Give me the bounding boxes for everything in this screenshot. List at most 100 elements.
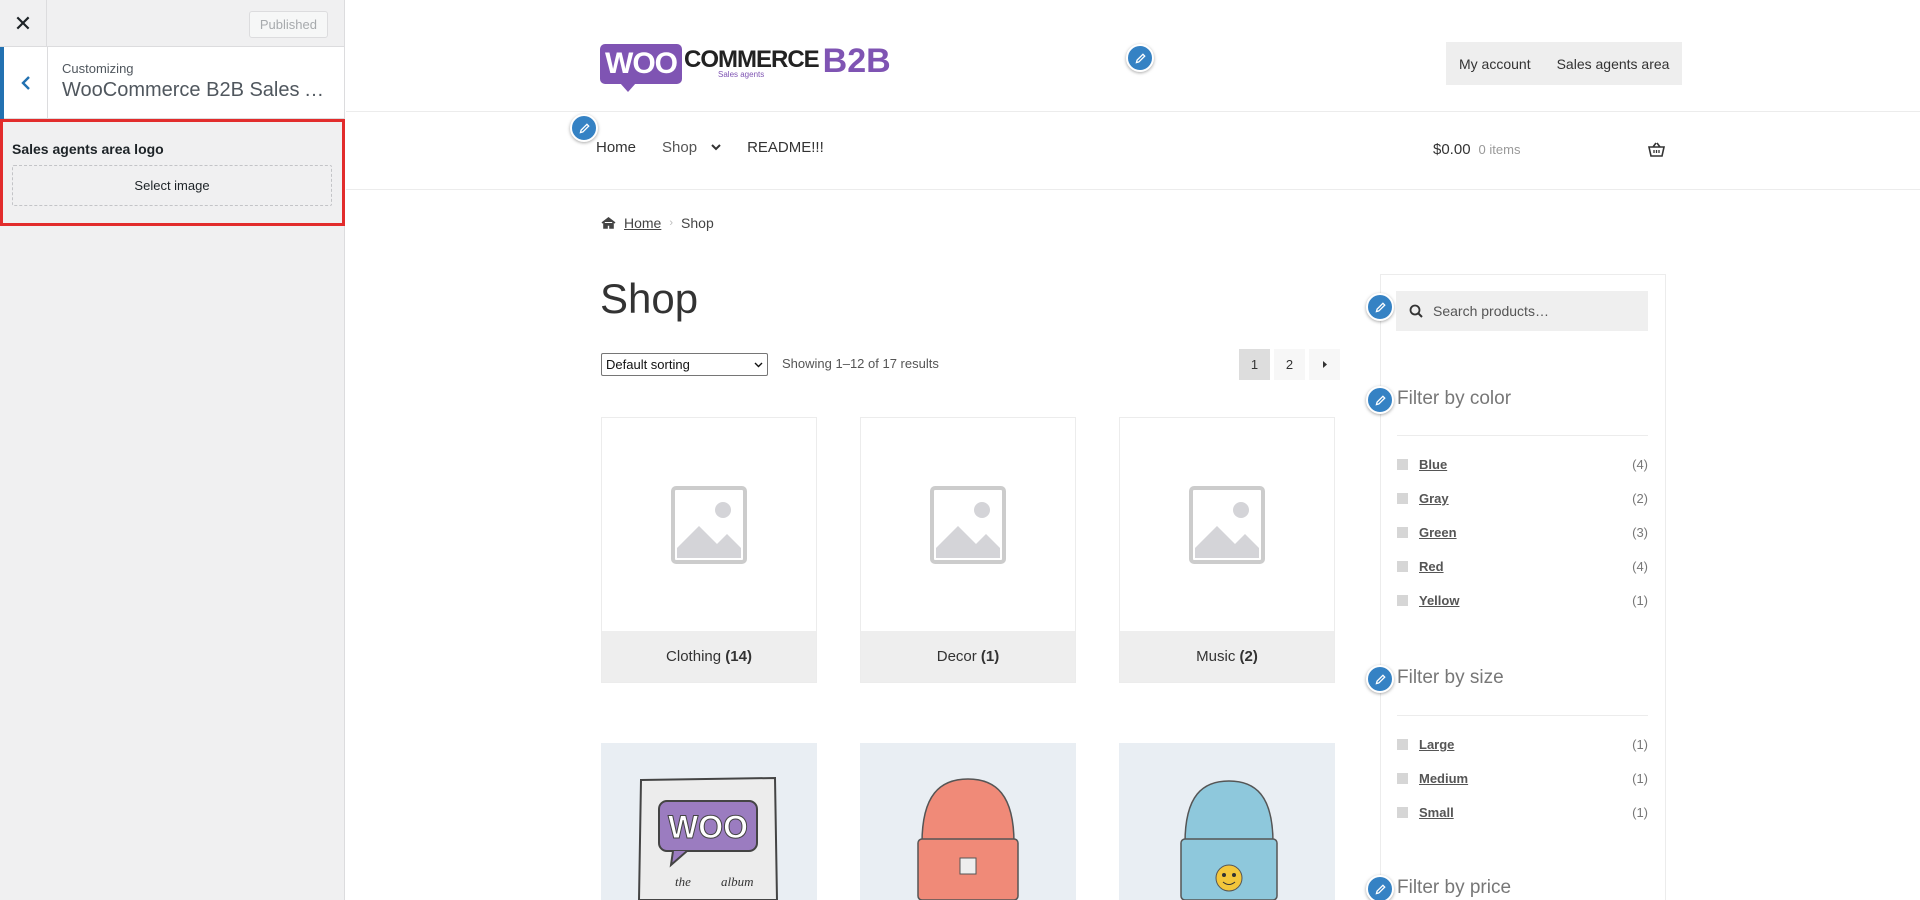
nav-my-account[interactable]: My account (1446, 56, 1544, 72)
category-music[interactable]: Music (2) (1119, 417, 1335, 683)
checkbox[interactable] (1397, 773, 1408, 784)
edit-shortcut-logo[interactable] (1126, 44, 1154, 72)
section-header: Customizing WooCommerce B2B Sales Ag... (0, 47, 344, 119)
filter-name[interactable]: Large (1419, 737, 1632, 752)
filter-name[interactable]: Green (1419, 525, 1632, 540)
image-placeholder-icon (930, 485, 1006, 564)
product-beanie-blue[interactable] (1119, 743, 1335, 900)
placeholder-image (1120, 418, 1334, 631)
filter-size-title: Filter by size (1397, 667, 1504, 688)
category-count: (1) (980, 648, 1000, 665)
category-decor[interactable]: Decor (1) (860, 417, 1076, 683)
breadcrumb-current: Shop (681, 215, 714, 231)
pencil-icon (1375, 301, 1386, 312)
pagination: 1 2 (1239, 349, 1344, 380)
logo-b2b: B2B (822, 42, 891, 80)
product-album[interactable]: WOO the album (601, 743, 817, 900)
pencil-icon (1375, 673, 1386, 684)
filter-color-blue[interactable]: Blue (4) (1397, 457, 1648, 472)
page-1[interactable]: 1 (1239, 349, 1270, 380)
chevron-down-icon (754, 362, 763, 367)
select-image-button[interactable]: Select image (12, 165, 332, 206)
logo-woo: WOO (600, 44, 682, 92)
close-icon[interactable]: ✕ (0, 0, 47, 47)
filter-size-small[interactable]: Small (1) (1397, 805, 1648, 820)
checkbox[interactable] (1397, 459, 1408, 470)
checkbox[interactable] (1397, 561, 1408, 572)
filter-name[interactable]: Small (1419, 805, 1632, 820)
primary-nav: Home Shop README!!! (596, 139, 850, 156)
page-2[interactable]: 2 (1274, 349, 1305, 380)
basket-icon (1648, 142, 1665, 157)
filter-size-large[interactable]: Large (1) (1397, 737, 1648, 752)
album-cover-text: WOO (668, 809, 748, 845)
breadcrumb-home-link[interactable]: Home (624, 215, 661, 231)
filter-name[interactable]: Red (1419, 559, 1632, 574)
category-name: Music (1196, 648, 1236, 665)
beanie-image (1180, 780, 1278, 900)
album-cover-album: album (721, 874, 754, 889)
image-placeholder-icon (671, 485, 747, 564)
divider (1397, 435, 1648, 436)
nav-home[interactable]: Home (596, 139, 636, 156)
edit-shortcut-filter-color[interactable] (1366, 386, 1394, 414)
filter-name[interactable]: Blue (1419, 457, 1632, 472)
next-page-button[interactable] (1309, 349, 1340, 380)
arrow-right-icon (1322, 361, 1327, 368)
edit-shortcut-filter-price[interactable] (1366, 875, 1394, 900)
product-beanie-red[interactable] (860, 743, 1076, 900)
edit-shortcut-filter-size[interactable] (1366, 665, 1394, 693)
site-preview: WOO COMMERCE Sales agents B2B My account… (346, 0, 1920, 900)
result-count: Showing 1–12 of 17 results (782, 356, 939, 371)
logo-subtitle: Sales agents (718, 70, 765, 79)
secondary-nav: My account Sales agents area (1446, 42, 1683, 85)
home-icon (601, 217, 616, 229)
checkbox[interactable] (1397, 493, 1408, 504)
published-button[interactable]: Published (248, 11, 328, 38)
search-input[interactable]: Search products… (1396, 291, 1648, 331)
beanie-image (917, 778, 1019, 900)
image-placeholder-icon (1189, 485, 1265, 564)
edit-shortcut-menu[interactable] (570, 114, 598, 142)
filter-size-medium[interactable]: Medium (1) (1397, 771, 1648, 786)
search-placeholder: Search products… (1433, 303, 1549, 319)
cart-link[interactable]: $0.00 0 items (1433, 141, 1665, 158)
filter-color-gray[interactable]: Gray (2) (1397, 491, 1648, 506)
checkbox[interactable] (1397, 595, 1408, 606)
category-count: (2) (1239, 648, 1258, 665)
filter-name[interactable]: Gray (1419, 491, 1632, 506)
nav-readme[interactable]: README!!! (747, 139, 824, 156)
customizer-sidebar: ✕ Published Customizing WooCommerce B2B … (0, 0, 345, 900)
album-cover-image: WOO the album (637, 776, 779, 900)
edit-shortcut-search[interactable] (1366, 293, 1394, 321)
filter-color-yellow[interactable]: Yellow (1) (1397, 593, 1648, 608)
nav-sales-agents-area[interactable]: Sales agents area (1544, 56, 1683, 72)
filter-name[interactable]: Yellow (1419, 593, 1632, 608)
pencil-icon (1135, 52, 1146, 63)
back-button[interactable] (0, 47, 48, 119)
site-logo[interactable]: WOO COMMERCE Sales agents B2B (600, 42, 891, 92)
filter-count: (2) (1632, 491, 1648, 506)
customizer-header: ✕ Published (0, 0, 344, 47)
category-name: Clothing (666, 648, 722, 665)
checkbox[interactable] (1397, 527, 1408, 538)
nav-readme-label: README!!! (747, 139, 824, 156)
nav-shop[interactable]: Shop (662, 139, 721, 156)
filter-count: (4) (1632, 457, 1648, 472)
filter-count: (1) (1632, 805, 1648, 820)
checkbox[interactable] (1397, 739, 1408, 750)
divider (346, 189, 1920, 190)
category-clothing[interactable]: Clothing (14) (601, 417, 817, 683)
page-title: Shop (600, 275, 699, 322)
filter-color-red[interactable]: Red (4) (1397, 559, 1648, 574)
album-cover-the: the (675, 874, 691, 889)
sorting-select[interactable]: Default sorting (601, 353, 768, 376)
filter-color-green[interactable]: Green (3) (1397, 525, 1648, 540)
logo-control-label: Sales agents area logo (12, 141, 164, 157)
section-title: WooCommerce B2B Sales Ag... (62, 79, 332, 101)
placeholder-image (861, 418, 1075, 631)
filter-name[interactable]: Medium (1419, 771, 1632, 786)
filter-count: (1) (1632, 593, 1648, 608)
checkbox[interactable] (1397, 807, 1408, 818)
cart-items: 0 items (1478, 142, 1521, 157)
